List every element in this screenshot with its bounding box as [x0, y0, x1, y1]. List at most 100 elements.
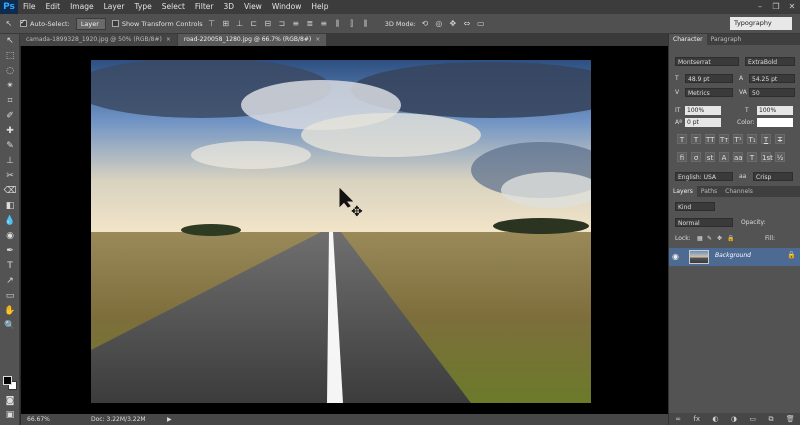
show-transform-option[interactable]: Show Transform Controls [111, 20, 203, 28]
kerning-dropdown[interactable]: Metrics [685, 88, 733, 97]
align-middle-icon[interactable]: ⊞ [221, 19, 231, 29]
lock-transparent-icon[interactable]: ▦ [697, 234, 703, 243]
align-left-icon[interactable]: ⊏ [249, 19, 259, 29]
distribute-bottom-icon[interactable]: ≡ [319, 19, 329, 29]
menu-view[interactable]: View [239, 0, 267, 14]
tab-layers[interactable]: Layers [669, 186, 697, 197]
zoom-readout[interactable]: 66.67% [27, 414, 50, 425]
ordinals-icon[interactable]: 1st [761, 152, 773, 162]
vertical-scale-field[interactable]: 100% [685, 106, 721, 115]
menu-filter[interactable]: Filter [190, 0, 219, 14]
distribute-middle-icon[interactable]: ≣ [305, 19, 315, 29]
lasso-tool-icon[interactable]: ◌ [0, 64, 20, 79]
3d-roll-icon[interactable]: ◎ [434, 19, 444, 29]
tracking-dropdown[interactable]: 50 [749, 88, 795, 97]
menu-select[interactable]: Select [157, 0, 190, 14]
status-menu-arrow-icon[interactable]: ▶ [167, 414, 172, 425]
quick-select-tool-icon[interactable]: ✴ [0, 79, 20, 94]
distribute-top-icon[interactable]: ≡ [291, 19, 301, 29]
marquee-tool-icon[interactable]: ⬚ [0, 49, 20, 64]
close-button[interactable]: ✕ [784, 0, 800, 14]
3d-pan-icon[interactable]: ✥ [448, 19, 458, 29]
maximize-button[interactable]: ❐ [768, 0, 784, 14]
hand-tool-icon[interactable]: ✋ [0, 304, 20, 319]
menu-type[interactable]: Type [130, 0, 157, 14]
workspace-dropdown[interactable]: Typography [730, 17, 792, 30]
foreground-color-swatch[interactable] [3, 376, 12, 385]
tab-paths[interactable]: Paths [697, 186, 721, 197]
tab-character[interactable]: Character [669, 34, 707, 45]
3d-scale-icon[interactable]: ▭ [476, 19, 486, 29]
align-bottom-icon[interactable]: ⊥ [235, 19, 245, 29]
horizontal-scale-field[interactable]: 100% [757, 106, 793, 115]
lock-image-icon[interactable]: ✎ [707, 234, 712, 243]
small-caps-icon[interactable]: Tт [719, 134, 729, 144]
shape-tool-icon[interactable]: ▭ [0, 289, 20, 304]
auto-select-dropdown[interactable]: Layer [75, 17, 106, 30]
3d-rotate-icon[interactable]: ⟲ [420, 19, 430, 29]
minimize-button[interactable]: – [752, 0, 768, 14]
swash-icon[interactable]: A [719, 152, 729, 162]
menu-help[interactable]: Help [306, 0, 333, 14]
menu-3d[interactable]: 3D [218, 0, 239, 14]
antialias-dropdown[interactable]: Crisp [753, 172, 793, 181]
gradient-tool-icon[interactable]: ◧ [0, 199, 20, 214]
text-color-swatch[interactable] [757, 118, 793, 127]
tab-road[interactable]: road-220058_1280.jpg @ 66.7% (RGB/8#) × [177, 34, 327, 46]
show-transform-checkbox[interactable] [111, 20, 119, 27]
stamp-tool-icon[interactable]: ⊥ [0, 154, 20, 169]
layer-row-background[interactable]: ◉ Background 🔒 [669, 248, 800, 266]
menu-layer[interactable]: Layer [99, 0, 130, 14]
titling-alternates-icon[interactable]: T [747, 152, 757, 162]
move-tool-preset-icon[interactable]: ↖ [4, 19, 14, 29]
distribute-center-icon[interactable]: ⫿ [347, 19, 357, 29]
add-mask-icon[interactable]: ◐ [712, 415, 718, 423]
screen-mode-icon[interactable]: ▣ [0, 408, 20, 423]
subscript-icon[interactable]: T₁ [747, 134, 757, 144]
new-group-icon[interactable]: ▭ [749, 415, 756, 423]
tab-channels[interactable]: Channels [721, 186, 757, 197]
crop-tool-icon[interactable]: ⌗ [0, 94, 20, 109]
road-photo[interactable] [91, 60, 591, 403]
brush-tool-icon[interactable]: ✎ [0, 139, 20, 154]
history-brush-tool-icon[interactable]: ✂ [0, 169, 20, 184]
leading-field[interactable]: 54.25 pt [749, 74, 795, 83]
type-tool-icon[interactable]: T [0, 259, 20, 274]
zoom-tool-icon[interactable]: 🔍 [0, 319, 20, 334]
adjustment-layer-icon[interactable]: ◑ [731, 415, 737, 423]
dodge-tool-icon[interactable]: ◉ [0, 229, 20, 244]
ligature-icon[interactable]: fi [677, 152, 687, 162]
link-layers-icon[interactable]: ∞ [675, 415, 681, 423]
menu-edit[interactable]: Edit [41, 0, 66, 14]
pen-tool-icon[interactable]: ✒ [0, 244, 20, 259]
healing-tool-icon[interactable]: ✚ [0, 124, 20, 139]
underline-icon[interactable]: T [761, 134, 771, 144]
tab-camada[interactable]: camada-1899328_1920.jpg @ 50% (RGB/8#) × [20, 34, 177, 46]
eyedropper-tool-icon[interactable]: ✐ [0, 109, 20, 124]
eraser-tool-icon[interactable]: ⌫ [0, 184, 20, 199]
faux-italic-icon[interactable]: T [691, 134, 701, 144]
align-right-icon[interactable]: ⊐ [277, 19, 287, 29]
distribute-left-icon[interactable]: ⫼ [333, 19, 343, 29]
path-select-tool-icon[interactable]: ↗ [0, 274, 20, 289]
layer-kind-filter[interactable]: Kind [675, 202, 715, 211]
font-family-dropdown[interactable]: Montserrat [675, 57, 739, 66]
align-center-icon[interactable]: ⊟ [263, 19, 273, 29]
canvas-area[interactable]: ✥ [21, 46, 668, 414]
align-top-icon[interactable]: ⊤ [207, 19, 217, 29]
font-style-dropdown[interactable]: ExtraBold [745, 57, 795, 66]
new-layer-icon[interactable]: ⧉ [768, 415, 773, 424]
menu-window[interactable]: Window [267, 0, 307, 14]
auto-select-option[interactable]: Auto-Select: [20, 18, 70, 28]
discretionary-ligature-icon[interactable]: st [705, 152, 715, 162]
lock-all-icon[interactable]: 🔒 [727, 234, 734, 243]
fractions-icon[interactable]: ½ [775, 152, 785, 162]
menu-image[interactable]: Image [65, 0, 99, 14]
close-tab-icon[interactable]: × [166, 36, 171, 43]
faux-bold-icon[interactable]: T [677, 134, 687, 144]
stylistic-alternates-icon[interactable]: aa [733, 152, 743, 162]
close-tab-icon[interactable]: × [315, 36, 320, 43]
tab-paragraph[interactable]: Paragraph [707, 34, 746, 45]
lock-position-icon[interactable]: ✥ [717, 234, 722, 243]
all-caps-icon[interactable]: TT [705, 134, 715, 144]
